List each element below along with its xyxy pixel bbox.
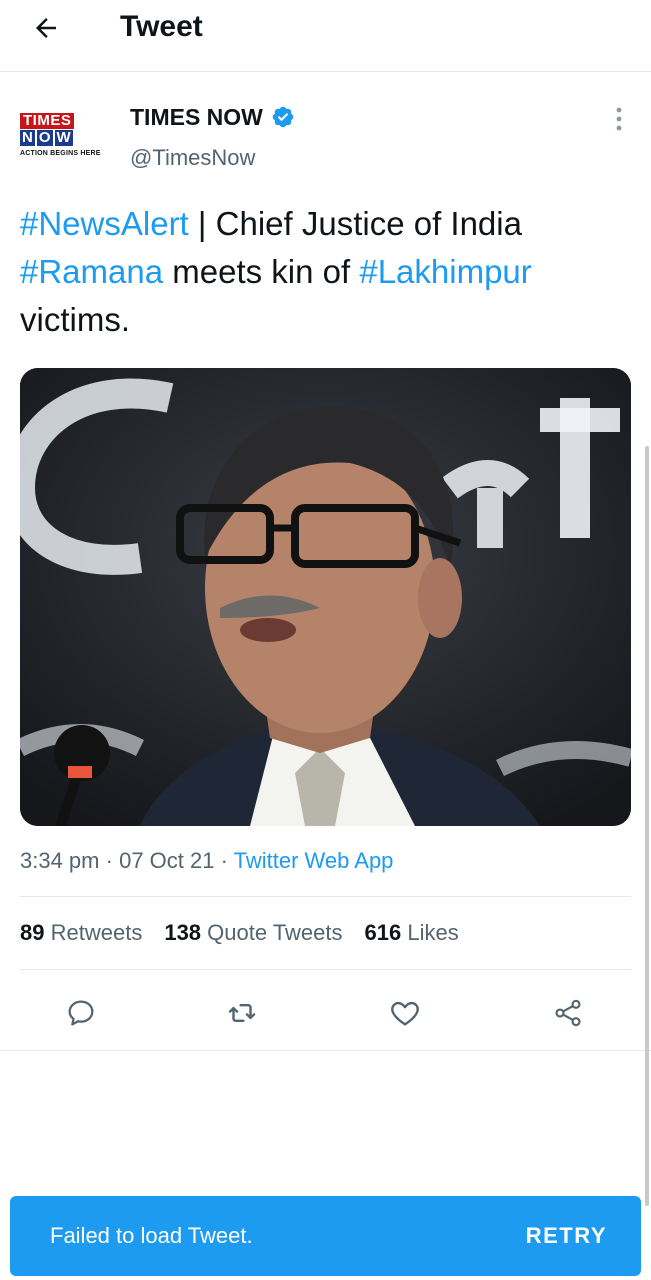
tweet-detail-screen: Tweet TIMES N O W ACTION BEGINS HERE TIM…	[0, 0, 651, 1280]
verified-badge-icon	[272, 106, 294, 128]
heart-icon	[391, 1001, 419, 1026]
more-options-button[interactable]	[604, 104, 634, 134]
reply-button[interactable]	[59, 991, 103, 1035]
meta-separator: ·	[105, 848, 113, 873]
tweet-text: #NewsAlert | Chief Justice of India #Ram…	[20, 200, 630, 344]
author-name[interactable]: TIMES NOW	[130, 103, 263, 131]
snackbar-message: Failed to load Tweet.	[50, 1223, 253, 1248]
likes-stat[interactable]: 616 Likes	[365, 918, 459, 948]
more-vertical-icon	[616, 107, 622, 131]
hashtag-link[interactable]: #Ramana	[20, 253, 163, 290]
hashtag-link[interactable]: #NewsAlert	[20, 205, 189, 242]
share-button[interactable]	[546, 991, 590, 1035]
tweet-text-segment: victims.	[20, 301, 130, 338]
avatar-logo-tagline: ACTION BEGINS HERE	[20, 150, 101, 157]
like-button[interactable]	[383, 991, 427, 1035]
arrow-left-icon	[36, 18, 56, 38]
reply-icon	[68, 1000, 94, 1026]
tweet-action-bar	[0, 985, 651, 1041]
avatar-logo-line2: N O W	[20, 129, 73, 146]
share-icon	[555, 999, 581, 1027]
back-button[interactable]	[24, 6, 68, 50]
photo-illustration	[20, 368, 631, 826]
page-title: Tweet	[120, 10, 203, 43]
divider	[20, 969, 631, 970]
quote-tweets-stat[interactable]: 138 Quote Tweets	[164, 918, 342, 948]
avatar-logo-line1: TIMES	[20, 113, 75, 129]
tweet-text-segment: meets kin of	[163, 253, 360, 290]
tweet-text-segment: | Chief Justice of India	[188, 205, 522, 242]
retweets-stat[interactable]: 89 Retweets	[20, 918, 142, 948]
tweet-source-link[interactable]: Twitter Web App	[234, 848, 394, 873]
divider	[20, 896, 631, 897]
author-handle[interactable]: @TimesNow	[130, 144, 255, 172]
retweet-button[interactable]	[220, 991, 264, 1035]
retry-button[interactable]: RETRY	[526, 1223, 607, 1249]
top-app-bar: Tweet	[0, 0, 651, 72]
tweet-stats: 89 Retweets 138 Quote Tweets 616 Likes	[20, 918, 459, 948]
scrollbar[interactable]	[645, 446, 649, 1206]
tweet-time: 3:34 pm	[20, 848, 100, 873]
author-name-row[interactable]: TIMES NOW	[130, 103, 295, 131]
error-snackbar: Failed to load Tweet. RETRY	[10, 1196, 641, 1276]
tweet-meta: 3:34 pm · 07 Oct 21 · Twitter Web App	[20, 846, 393, 876]
retweet-icon	[228, 1004, 256, 1022]
tweet-photo[interactable]	[20, 368, 631, 826]
divider	[0, 1050, 651, 1051]
hashtag-link[interactable]: #Lakhimpur	[359, 253, 531, 290]
tweet-date: 07 Oct 21	[119, 848, 215, 873]
meta-separator: ·	[220, 848, 228, 873]
avatar[interactable]: TIMES N O W ACTION BEGINS HERE	[20, 104, 112, 166]
